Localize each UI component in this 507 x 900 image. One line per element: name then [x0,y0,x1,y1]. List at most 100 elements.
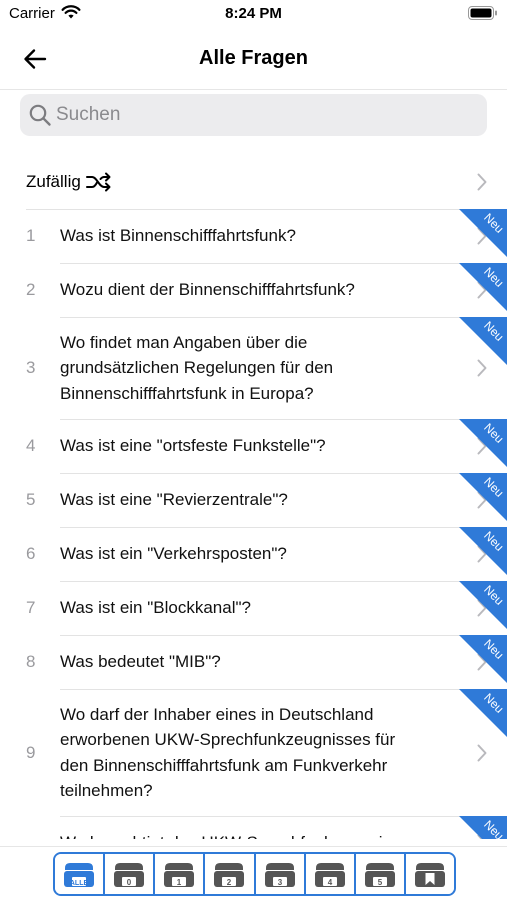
box-icon: 2 [214,863,245,887]
row-divider [60,527,507,528]
question-text-line: grundsätzlichen Regelungen für den [60,358,334,378]
question-row[interactable]: Wo berechtigt das UKW-SprechfunkzeugnisN… [0,816,507,839]
search-icon [29,104,51,126]
question-text: Wo darf der Inhaber eines in Deutschland… [60,702,460,804]
question-number: 3 [26,358,36,377]
tab-box-label: 3 [277,878,282,887]
question-text-line: den Binnenschifffahrtsfunk am Funkverkeh… [60,755,388,775]
question-text-line: Wo darf der Inhaber eines in Deutschland [60,704,374,724]
question-text: Was ist eine "ortsfeste Funkstelle"? [60,433,460,459]
tab-box-1[interactable]: 1 [155,854,206,894]
filter-tab-bar: ALLE 0 1 2 3 4 5 [0,846,507,900]
question-text-line: Was ist ein "Blockkanal"? [60,598,251,618]
question-row[interactable]: 2 Wozu dient der Binnenschifffahrtsfunk? N… [0,263,507,317]
question-text: Wo berechtigt das UKW-Sprechfunkzeugnis [60,830,460,839]
chevron-right-icon [477,744,487,761]
new-badge: Neu [459,581,507,629]
question-row[interactable]: 5 Was ist eine "Revierzentrale"? Neu [0,473,507,527]
question-list[interactable]: Zufällig 1 Was ist Binnenschifffahrtsfunk… [0,155,507,839]
tab-box-label: 4 [327,878,332,887]
row-divider [60,419,507,420]
row-divider [26,209,507,210]
tab-box-4[interactable]: 4 [305,854,356,894]
box-icon: 1 [164,863,195,887]
question-row[interactable]: 4 Was ist eine "ortsfeste Funkstelle"? Neu [0,419,507,473]
question-number: 7 [26,598,36,617]
search-bar [20,94,487,136]
tab-box-label: 1 [177,878,182,887]
tab-box-label: 2 [227,878,232,887]
filter-segmented-control: ALLE 0 1 2 3 4 5 [53,852,456,896]
question-text: Was ist ein "Blockkanal"? [60,595,460,621]
tab-box-3[interactable]: 3 [255,854,306,894]
question-text-line: Was ist Binnenschifffahrtsfunk? [60,226,296,246]
tab-box-2[interactable]: 2 [205,854,256,894]
search-input[interactable] [56,94,476,136]
tab-box-bookmarks[interactable] [405,854,454,894]
tab-box-label: 5 [378,878,383,887]
box-icon: 0 [114,863,145,887]
question-text-line: teilnehmen? [60,781,153,800]
question-number: 5 [26,490,36,509]
question-text: Wozu dient der Binnenschifffahrtsfunk? [60,277,460,303]
battery-icon [468,6,497,20]
question-row[interactable]: 7 Was ist ein "Blockkanal"? Neu [0,581,507,635]
tab-box-label: 0 [127,878,132,887]
shuffle-icon [86,172,111,192]
row-divider [60,317,507,318]
row-divider [60,816,507,817]
box-icon: 3 [264,863,295,887]
navigation-bar: Alle Fragen [0,36,507,82]
row-divider [60,263,507,264]
new-badge: Neu [459,527,507,575]
question-number: 2 [26,280,36,299]
tab-box-alle[interactable]: ALLE [55,854,106,894]
question-text-line: Wo berechtigt das UKW-Sprechfunkzeugnis [60,830,460,839]
question-number: 6 [26,544,36,563]
question-text-line: Wozu dient der Binnenschifffahrtsfunk? [60,280,355,300]
row-divider [60,473,507,474]
question-text-line: Wo findet man Angaben über die [60,332,308,352]
random-label: Zufällig [26,172,81,191]
box-icon: 4 [314,863,345,887]
question-text: Was ist eine "Revierzentrale"? [60,487,460,513]
box-icon: ALLE [64,863,95,887]
new-badge: Neu [459,473,507,521]
new-badge: Neu [459,263,507,311]
row-divider [60,689,507,690]
tab-box-0[interactable]: 0 [105,854,156,894]
random-row[interactable]: Zufällig [0,155,507,209]
question-row[interactable]: 3 Wo findet man Angaben über die grundsätz… [0,317,507,419]
box-icon: 5 [364,863,395,887]
clock: 8:24 PM [225,5,282,22]
new-badge: Neu [459,419,507,467]
page-title: Alle Fragen [199,47,308,69]
question-text-line: Was bedeutet "MIB"? [60,652,221,672]
question-number: 9 [26,742,36,762]
question-row[interactable]: 8 Was bedeutet "MIB"? Neu [0,635,507,689]
new-badge: Neu [459,816,507,839]
chevron-right-icon [477,173,487,191]
row-divider [60,581,507,582]
question-text: Wo findet man Angaben über die grundsätzl… [60,330,460,407]
row-divider [60,635,507,636]
question-row[interactable]: 9 Wo darf der Inhaber eines in Deutschlan… [0,689,507,816]
question-row[interactable]: 1 Was ist Binnenschifffahrtsfunk? Neu [0,209,507,263]
question-text-line: Was ist eine "Revierzentrale"? [60,490,288,510]
nav-divider [0,89,507,90]
question-number: 1 [26,226,36,245]
bookmark-icon [414,863,445,887]
tab-box-label: ALLE [70,880,89,887]
question-text: Was ist ein "Verkehrsposten"? [60,541,460,567]
question-text: Was ist Binnenschifffahrtsfunk? [60,223,460,249]
new-badge: Neu [459,317,507,365]
question-row[interactable]: 6 Was ist ein "Verkehrsposten"? Neu [0,527,507,581]
question-number: 8 [26,652,36,671]
question-text: Was bedeutet "MIB"? [60,649,460,675]
status-bar: Carrier 8:24 PM [0,0,507,28]
tab-box-5[interactable]: 5 [355,854,406,894]
new-badge: Neu [459,635,507,683]
question-text-line: Was ist ein "Verkehrsposten"? [60,544,287,564]
question-text-line: erworbenen UKW-Sprechfunkzeugnisses für [60,730,396,749]
question-number: 4 [26,436,36,455]
